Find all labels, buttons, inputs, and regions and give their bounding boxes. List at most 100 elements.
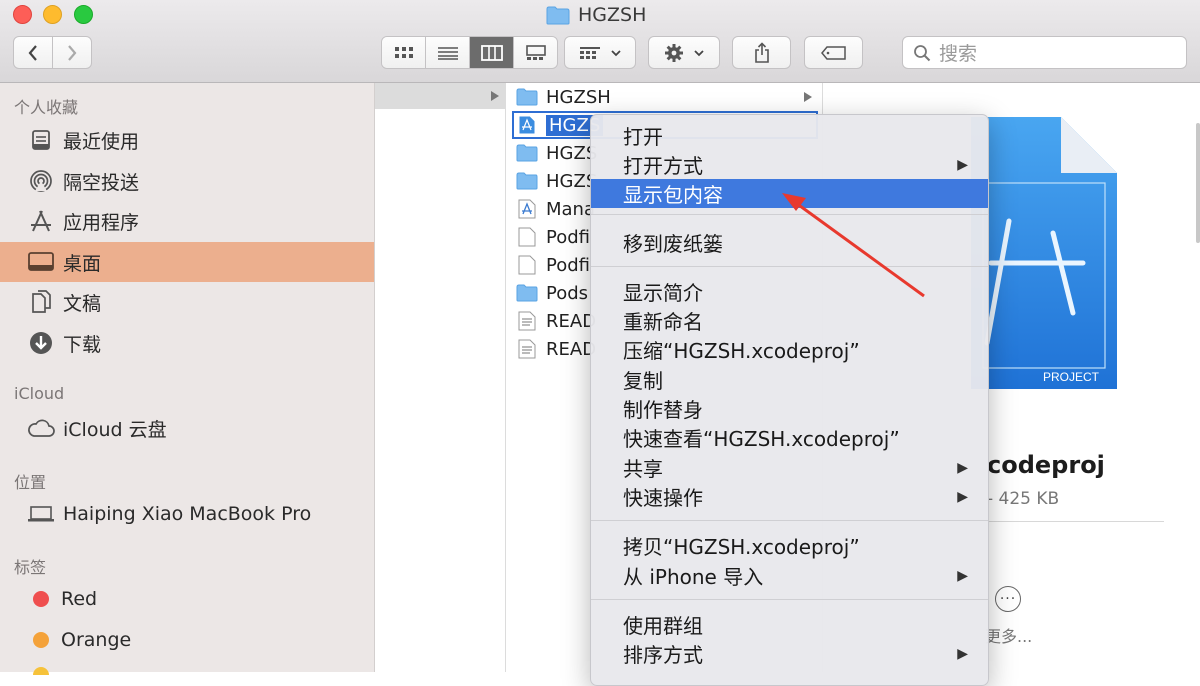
chevron-down-icon <box>611 49 621 56</box>
xcodeproj-icon <box>516 114 538 136</box>
tag-icon <box>820 45 846 60</box>
minimize-window-button[interactable] <box>43 5 62 24</box>
menu-item-share[interactable]: 共享 ▶ <box>591 453 988 482</box>
laptop-icon <box>27 500 55 528</box>
disclosure-arrow-icon <box>804 92 812 102</box>
favorites-section-title: 个人收藏 <box>14 98 79 117</box>
tags-section-title: 标签 <box>14 558 47 577</box>
zoom-window-button[interactable] <box>74 5 93 24</box>
columns-icon <box>480 44 503 61</box>
navigation-buttons <box>13 36 92 69</box>
icon-view-button[interactable] <box>382 37 426 68</box>
group-by-button[interactable] <box>564 36 636 69</box>
menu-item-quick-actions[interactable]: 快速操作 ▶ <box>591 482 988 511</box>
menu-item-quick-look[interactable]: 快速查看“HGZSH.xcodeproj” <box>591 423 988 452</box>
menu-item-sort-by[interactable]: 排序方式 ▶ <box>591 639 988 668</box>
sidebar-item-recents[interactable]: 最近使用 <box>0 120 374 160</box>
menu-item-get-info[interactable]: 显示简介 <box>591 277 988 306</box>
file-name: Podfi <box>546 226 590 248</box>
sidebar-tag-red[interactable]: Red <box>0 579 374 619</box>
menu-item-label: 重新命名 <box>623 310 703 334</box>
menu-item-move-to-trash[interactable]: 移到废纸篓 <box>591 228 988 257</box>
group-icon <box>580 46 600 59</box>
folder-icon <box>516 170 538 192</box>
folder-icon <box>516 282 538 304</box>
column1-selected-row[interactable] <box>375 83 505 109</box>
submenu-arrow-icon: ▶ <box>957 459 968 476</box>
context-menu: 打开 打开方式 ▶ 显示包内容 移到废纸篓 显示简介 重新命名 压缩“HGZSH.… <box>590 114 989 686</box>
menu-item-copy[interactable]: 拷贝“HGZSH.xcodeproj” <box>591 531 988 560</box>
menu-item-show-package-contents[interactable]: 显示包内容 <box>591 179 988 208</box>
sidebar-tag-orange[interactable]: Orange <box>0 620 374 660</box>
edit-tags-button[interactable] <box>804 36 863 69</box>
submenu-arrow-icon: ▶ <box>957 567 968 584</box>
menu-item-duplicate[interactable]: 复制 <box>591 365 988 394</box>
menu-item-open[interactable]: 打开 <box>591 121 988 150</box>
forward-button[interactable] <box>53 37 91 68</box>
orange-tag-dot <box>33 632 49 648</box>
file-name: Pods <box>546 282 589 304</box>
column-browser-1 <box>375 83 506 672</box>
menu-item-use-groups[interactable]: 使用群组 <box>591 610 988 639</box>
menu-item-compress[interactable]: 压缩“HGZSH.xcodeproj” <box>591 335 988 364</box>
desktop-icon <box>27 248 55 276</box>
back-button[interactable] <box>14 37 53 68</box>
file-row-hgzsh-folder[interactable]: HGZSH <box>512 83 818 111</box>
menu-item-label: 从 iPhone 导入 <box>623 565 764 589</box>
menu-item-label: 复制 <box>623 369 663 393</box>
more-actions-label: 更多... <box>985 627 1033 646</box>
sidebar-item-label: 隔空投送 <box>63 171 140 194</box>
menu-item-label: 压缩“HGZSH.xcodeproj” <box>623 339 860 363</box>
menu-item-make-alias[interactable]: 制作替身 <box>591 394 988 423</box>
menu-item-label: 打开 <box>623 125 663 149</box>
menu-item-label: 显示包内容 <box>623 183 723 207</box>
preview-file-info: - 425 KB <box>987 489 1060 509</box>
menu-item-label: 排序方式 <box>623 643 703 667</box>
sidebar: 个人收藏 最近使用 隔空投送 应用程序 桌面 文稿 下载 iCloud iClo… <box>0 83 375 675</box>
folder-icon <box>546 6 570 24</box>
search-input[interactable]: 搜索 <box>902 36 1187 69</box>
locations-section-title: 位置 <box>14 473 47 492</box>
folder-icon <box>516 142 538 164</box>
gear-icon <box>665 43 683 62</box>
sidebar-item-label: Orange <box>61 629 132 651</box>
sidebar-item-applications[interactable]: 应用程序 <box>0 201 374 241</box>
menu-separator <box>591 520 988 521</box>
sidebar-item-desktop[interactable]: 桌面 <box>0 242 374 282</box>
file-name: Mana <box>546 198 595 220</box>
chevron-down-icon <box>694 49 704 56</box>
menu-item-label: 快速操作 <box>623 486 703 510</box>
menu-separator <box>591 214 988 215</box>
share-button[interactable] <box>732 36 791 69</box>
view-mode-control <box>381 36 558 69</box>
sidebar-item-icloud-drive[interactable]: iCloud 云盘 <box>0 408 374 448</box>
text-doc-icon <box>516 310 538 332</box>
close-window-button[interactable] <box>13 5 32 24</box>
action-menu-button[interactable] <box>648 36 720 69</box>
file-name: READ <box>546 338 597 360</box>
search-placeholder: 搜索 <box>939 43 978 65</box>
menu-separator <box>591 599 988 600</box>
disclosure-arrow-icon <box>491 91 499 101</box>
sidebar-item-documents[interactable]: 文稿 <box>0 282 374 322</box>
sidebar-item-label: Haiping Xiao MacBook Pro <box>63 503 312 525</box>
text-doc-icon <box>516 338 538 360</box>
sidebar-item-airdrop[interactable]: 隔空投送 <box>0 161 374 201</box>
downloads-icon <box>27 329 55 357</box>
file-name: HGZSH <box>546 86 611 108</box>
menu-item-open-with[interactable]: 打开方式 ▶ <box>591 150 988 179</box>
yellow-tag-dot <box>33 667 49 675</box>
menu-item-label: 使用群组 <box>623 614 703 638</box>
menu-item-import-from-iphone[interactable]: 从 iPhone 导入 ▶ <box>591 561 988 590</box>
red-tag-dot <box>33 591 49 607</box>
menu-item-rename[interactable]: 重新命名 <box>591 306 988 335</box>
sidebar-item-label: 下载 <box>63 333 102 356</box>
column-view-button[interactable] <box>470 37 514 68</box>
sidebar-item-macbook[interactable]: Haiping Xiao MacBook Pro <box>0 494 374 534</box>
list-view-button[interactable] <box>426 37 470 68</box>
more-actions-icon[interactable]: ··· <box>995 586 1021 612</box>
gallery-view-button[interactable] <box>514 37 557 68</box>
submenu-arrow-icon: ▶ <box>957 156 968 173</box>
sidebar-item-downloads[interactable]: 下载 <box>0 323 374 363</box>
preview-scrollbar[interactable] <box>1196 123 1200 243</box>
